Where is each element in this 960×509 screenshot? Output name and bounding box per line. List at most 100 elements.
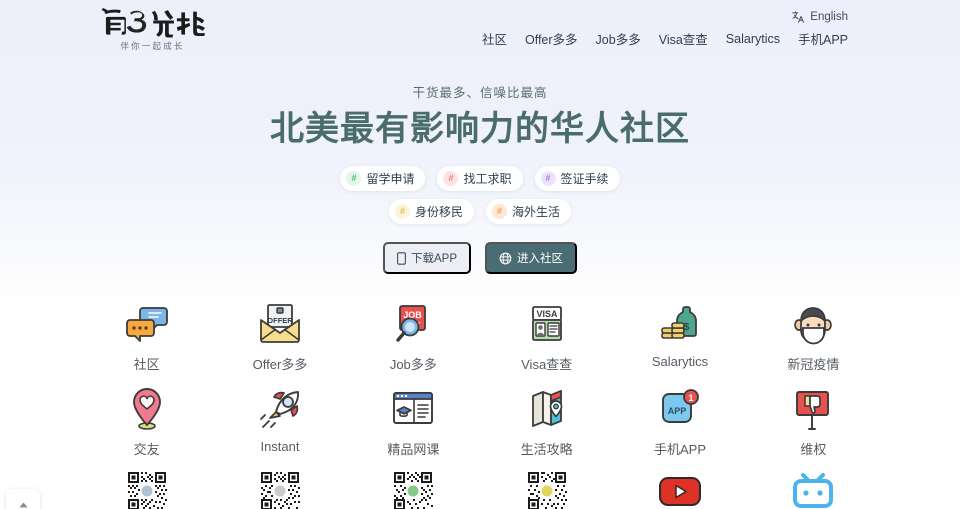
hash-badge-icon: # <box>492 204 507 220</box>
grid-item-rights[interactable]: 维权 <box>747 381 880 458</box>
heart-pin-icon <box>120 385 174 433</box>
grid-item-offer[interactable]: OFFER Offer多多 <box>213 296 346 373</box>
svg-text:APP: APP <box>668 406 687 416</box>
grid-item-qr-2[interactable] <box>213 466 346 509</box>
offer-envelope-icon: OFFER <box>253 300 307 348</box>
grid-item-community[interactable]: 社区 <box>80 296 213 373</box>
topic-tags-row-1: # 留学申请 # 找工求职 # 签证手续 <box>340 166 620 192</box>
feature-grid: 社区 OFFER Offer多多 JOB Job多多 VISA Visa查查 $… <box>80 296 880 509</box>
grid-label: 维权 <box>800 442 827 458</box>
hash-badge-icon: # <box>394 204 410 220</box>
language-label: English <box>810 11 848 23</box>
visa-document-icon: VISA <box>520 300 574 348</box>
scroll-top-icon <box>18 501 28 509</box>
qr-code-icon <box>386 468 440 509</box>
tag-visa-procedures[interactable]: # 签证手续 <box>534 166 620 192</box>
tag-label: 找工求职 <box>463 172 512 187</box>
grid-item-bilibili[interactable] <box>747 466 880 509</box>
download-app-button[interactable]: 下载APP <box>382 242 471 275</box>
app-badge-count: 1 <box>688 393 693 403</box>
grid-item-salarytics[interactable]: $ Salarytics <box>613 296 746 373</box>
tag-label: 身份移民 <box>414 205 463 220</box>
nav-item-community[interactable]: 社区 <box>482 29 507 48</box>
tag-label: 海外生活 <box>512 205 561 220</box>
grid-item-qr-3[interactable] <box>347 466 480 509</box>
thumbs-down-sign-icon <box>786 385 840 433</box>
scroll-to-top-button[interactable] <box>6 489 40 509</box>
site-header: 伴你一起成长 English 社区 Offer多多 Job多多 Visa查查 S… <box>0 0 960 62</box>
chat-bubbles-icon <box>120 300 174 348</box>
enter-community-button[interactable]: 进入社区 <box>485 242 577 275</box>
qr-center-logo <box>274 485 286 497</box>
qr-center-logo <box>407 485 419 497</box>
tag-job-hunting[interactable]: # 找工求职 <box>437 166 523 192</box>
nav-item-offer[interactable]: Offer多多 <box>525 29 578 48</box>
grid-label: Offer多多 <box>252 357 308 373</box>
grid-label: 社区 <box>133 357 160 373</box>
app-tile-icon: APP 1 <box>653 385 707 433</box>
rocket-icon <box>253 385 307 433</box>
grid-label: 生活攻略 <box>520 442 573 458</box>
grid-label: 交友 <box>133 442 160 458</box>
hash-badge-icon: # <box>443 171 459 187</box>
qr-center-logo <box>541 485 553 497</box>
topic-tags: # 留学申请 # 找工求职 # 签证手续 # 身份移民 # 海外生活 <box>0 166 960 225</box>
tag-study-abroad[interactable]: # 留学申请 <box>340 166 426 192</box>
phone-icon <box>397 252 406 265</box>
grid-item-visa[interactable]: VISA Visa查查 <box>480 296 613 373</box>
grid-label: Instant <box>260 439 300 455</box>
language-switcher[interactable]: English <box>791 10 848 24</box>
svg-text:OFFER: OFFER <box>267 316 293 325</box>
job-search-icon: JOB <box>386 300 440 348</box>
grid-label: Visa查查 <box>521 357 573 373</box>
main-navigation: 社区 Offer多多 Job多多 Visa查查 Salarytics 手机APP <box>482 29 848 48</box>
grid-item-life-guide[interactable]: 生活攻略 <box>480 381 613 458</box>
hash-badge-icon: # <box>346 171 362 187</box>
grid-item-job[interactable]: JOB Job多多 <box>347 296 480 373</box>
hero-title: 北美最有影响力的华人社区 <box>270 110 690 148</box>
grid-item-qr-4[interactable] <box>480 466 613 509</box>
bilibili-icon <box>786 468 840 509</box>
grid-item-dating[interactable]: 交友 <box>80 381 213 458</box>
map-guide-icon <box>520 385 574 433</box>
topic-tags-row-2: # 身份移民 # 海外生活 <box>388 199 572 225</box>
nav-item-visa[interactable]: Visa查查 <box>659 29 708 48</box>
tag-overseas-life[interactable]: # 海外生活 <box>486 199 572 225</box>
grid-label: Job多多 <box>389 357 437 373</box>
hero-section: 干货最多、信噪比最高 北美最有影响力的华人社区 <box>0 62 960 150</box>
grid-label: 手机APP <box>653 442 706 458</box>
youtube-icon <box>653 468 707 509</box>
logo-calligraphy-icon <box>101 7 205 38</box>
hero-subtitle: 干货最多、信噪比最高 <box>412 86 548 100</box>
download-app-label: 下载APP <box>410 253 457 266</box>
qr-code-icon <box>253 468 307 509</box>
logo-tagline: 伴你一起成长 <box>120 41 185 51</box>
site-logo[interactable]: 伴你一起成长 <box>95 5 210 55</box>
grid-item-app[interactable]: APP 1 手机APP <box>613 381 746 458</box>
grid-item-courses[interactable]: 精品网课 <box>347 381 480 458</box>
grid-item-covid[interactable]: 新冠疫情 <box>747 296 880 373</box>
nav-item-mobile-app[interactable]: 手机APP <box>798 29 848 48</box>
nav-item-job[interactable]: Job多多 <box>596 29 641 48</box>
svg-text:VISA: VISA <box>536 309 558 319</box>
grid-label: Salarytics <box>651 354 709 370</box>
cta-buttons: 下载APP 进入社区 <box>0 242 960 275</box>
tag-immigration[interactable]: # 身份移民 <box>388 199 474 225</box>
qr-code-icon <box>120 468 174 509</box>
coin-stack-icon: $ <box>653 300 707 348</box>
tag-label: 留学申请 <box>366 172 415 187</box>
translate-icon <box>792 11 805 23</box>
qr-center-logo <box>141 485 153 497</box>
grid-item-youtube[interactable] <box>613 466 746 509</box>
grid-item-qr-1[interactable] <box>80 466 213 509</box>
hash-badge-icon: # <box>540 171 556 187</box>
enter-community-label: 进入社区 <box>517 253 563 266</box>
globe-icon <box>499 252 512 265</box>
grid-label: 新冠疫情 <box>787 357 840 373</box>
face-mask-icon <box>786 300 840 348</box>
qr-code-icon <box>520 468 574 509</box>
grid-label: 精品网课 <box>387 442 440 458</box>
online-course-icon <box>386 385 440 433</box>
grid-item-instant[interactable]: Instant <box>213 381 346 458</box>
nav-item-salarytics[interactable]: Salarytics <box>726 32 780 46</box>
